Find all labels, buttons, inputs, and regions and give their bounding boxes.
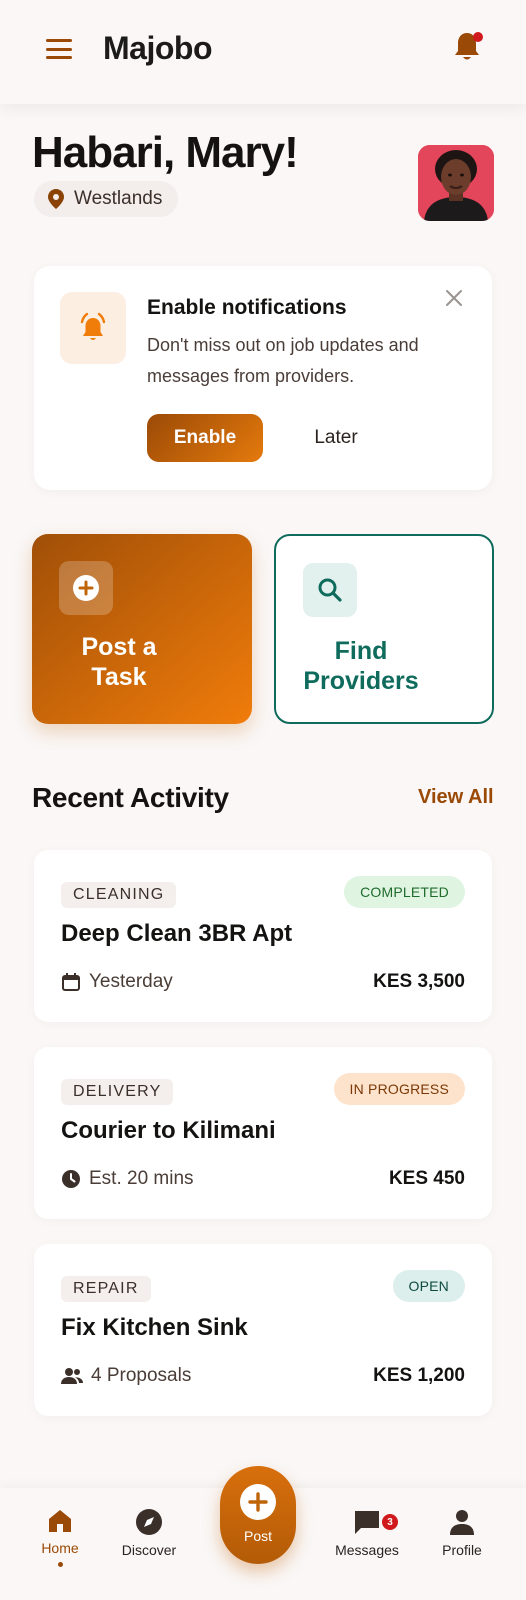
post-task-tile[interactable]: Post a Task — [32, 534, 252, 724]
chat-icon — [355, 1511, 379, 1534]
compass-icon — [136, 1509, 162, 1535]
later-button[interactable]: Later — [296, 414, 376, 462]
notification-prompt-message: Don't miss out on job updates and messag… — [147, 335, 419, 386]
plus-icon — [240, 1484, 276, 1520]
greeting-title: Habari, Mary! — [32, 128, 299, 177]
map-pin-icon — [48, 189, 64, 209]
avatar[interactable] — [418, 145, 494, 221]
activity-meta-text: Est. 20 mins — [89, 1168, 194, 1189]
nav-messages-label: Messages — [335, 1542, 399, 1558]
activity-meta: 4 Proposals — [61, 1362, 191, 1390]
notification-dot — [473, 32, 483, 42]
category-chip: REPAIR — [61, 1276, 151, 1302]
activity-meta: Yesterday — [61, 968, 173, 996]
activity-meta: Est. 20 mins — [61, 1165, 194, 1193]
view-all-link[interactable]: View All — [418, 786, 494, 809]
person-icon — [450, 1510, 474, 1535]
activity-price: KES 3,500 — [373, 971, 465, 992]
hamburger-menu-icon[interactable] — [44, 36, 74, 62]
nav-home-label: Home — [41, 1540, 79, 1556]
nav-discover-label: Discover — [121, 1542, 177, 1558]
post-fab-label: Post — [243, 1528, 272, 1544]
find-providers-label: Find Providers — [303, 637, 419, 695]
search-icon — [303, 563, 357, 617]
nav-messages[interactable]: Messages — [322, 1508, 412, 1558]
active-indicator — [57, 1562, 63, 1567]
calendar-icon — [62, 973, 80, 991]
activity-price: KES 450 — [388, 1168, 465, 1189]
activity-card[interactable]: DELIVERY IN PROGRESS Courier to Kilimani… — [34, 1047, 492, 1219]
activity-card[interactable]: REPAIR OPEN Fix Kitchen Sink 4 Proposals… — [34, 1244, 492, 1416]
location-chip[interactable]: Westlands — [34, 181, 179, 217]
recent-activity-title: Recent Activity — [32, 782, 229, 813]
alarm-bell-icon — [60, 292, 126, 364]
status-badge: OPEN — [392, 1270, 465, 1302]
home-icon — [49, 1510, 71, 1532]
nav-profile[interactable]: Profile — [417, 1508, 507, 1558]
nav-discover[interactable]: Discover — [104, 1508, 194, 1558]
post-fab-button[interactable]: Post — [220, 1466, 296, 1564]
nav-home[interactable]: Home — [15, 1508, 105, 1567]
category-chip: CLEANING — [61, 882, 177, 908]
location-label: Westlands — [74, 188, 163, 209]
notification-prompt-title: Enable notifications — [147, 296, 347, 319]
people-icon — [61, 1368, 83, 1384]
find-providers-tile[interactable]: Find Providers — [274, 534, 494, 724]
nav-profile-label: Profile — [442, 1542, 482, 1558]
activity-title: Deep Clean 3BR Apt — [61, 920, 293, 947]
messages-count-badge: 3 — [382, 1514, 398, 1530]
activity-price: KES 1,200 — [373, 1365, 465, 1386]
activity-card[interactable]: CLEANING COMPLETED Deep Clean 3BR Apt Ye… — [34, 850, 492, 1022]
category-chip: DELIVERY — [61, 1079, 174, 1105]
post-task-label: Post a Task — [81, 633, 157, 691]
status-badge: COMPLETED — [344, 876, 465, 908]
close-icon[interactable] — [442, 286, 466, 310]
activity-meta-text: Yesterday — [89, 971, 173, 992]
activity-meta-text: 4 Proposals — [91, 1365, 192, 1386]
app-title: Majobo — [103, 30, 212, 66]
clock-icon — [62, 1170, 80, 1188]
top-app-bar: Majobo — [0, 0, 526, 104]
activity-title: Courier to Kilimani — [61, 1117, 276, 1144]
plus-circle-icon — [59, 561, 113, 615]
notification-prompt-card: Enable notifications Don't miss out on j… — [34, 266, 492, 490]
status-badge: IN PROGRESS — [333, 1073, 465, 1105]
enable-notifications-button[interactable]: Enable — [147, 414, 263, 462]
activity-title: Fix Kitchen Sink — [61, 1314, 248, 1341]
